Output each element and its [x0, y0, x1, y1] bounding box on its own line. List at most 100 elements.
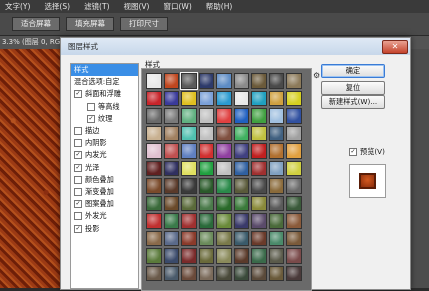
style-swatch[interactable] [251, 213, 267, 229]
style-swatch[interactable] [198, 230, 214, 246]
style-swatch[interactable] [286, 195, 302, 211]
style-swatch[interactable] [286, 178, 302, 194]
style-swatch[interactable] [216, 125, 232, 141]
menu-window[interactable]: 窗口(W) [163, 1, 191, 12]
effect-checkbox[interactable]: ✓ [74, 163, 82, 172]
style-swatch[interactable] [198, 213, 214, 229]
style-swatch[interactable] [233, 73, 249, 89]
dialog-titlebar[interactable]: 图层样式 ✕ [61, 38, 410, 55]
style-swatch[interactable] [251, 125, 267, 141]
style-swatch[interactable] [251, 108, 267, 124]
effect-item[interactable]: ✓ 图案叠加 [71, 198, 138, 210]
style-swatch[interactable] [233, 178, 249, 194]
style-swatch[interactable] [233, 265, 249, 281]
style-swatch[interactable] [216, 178, 232, 194]
effect-item[interactable]: ✓ 光泽 [71, 162, 138, 174]
style-swatch[interactable] [181, 265, 197, 281]
preview-option[interactable]: ✓ 预览(V) [349, 147, 385, 157]
effect-item[interactable]: 样式 [71, 64, 138, 77]
style-swatch[interactable] [181, 108, 197, 124]
style-swatch[interactable] [146, 73, 162, 89]
style-swatch[interactable] [181, 90, 197, 106]
style-swatch[interactable] [286, 248, 302, 264]
style-swatch[interactable] [286, 143, 302, 159]
fit-screen-button[interactable]: 适合屏幕 [12, 17, 60, 31]
style-swatch[interactable] [198, 125, 214, 141]
style-swatch[interactable] [216, 248, 232, 264]
style-swatch[interactable] [268, 178, 284, 194]
effect-item[interactable]: ✓ 投影 [71, 222, 138, 234]
style-swatch[interactable] [146, 230, 162, 246]
close-icon[interactable]: ✕ [382, 40, 408, 54]
style-swatch[interactable] [268, 73, 284, 89]
style-swatch[interactable] [181, 248, 197, 264]
style-swatch[interactable] [198, 143, 214, 159]
style-swatch[interactable] [251, 90, 267, 106]
style-swatch[interactable] [198, 90, 214, 106]
style-swatch[interactable] [233, 230, 249, 246]
effect-checkbox[interactable]: ✓ [74, 90, 82, 99]
style-swatch[interactable] [268, 90, 284, 106]
style-swatch[interactable] [233, 160, 249, 176]
style-swatch[interactable] [251, 178, 267, 194]
style-swatch[interactable] [163, 90, 179, 106]
effect-item[interactable]: 描边 [71, 125, 138, 137]
style-swatch[interactable] [251, 265, 267, 281]
style-swatch[interactable] [146, 90, 162, 106]
style-swatch[interactable] [146, 125, 162, 141]
effect-checkbox[interactable] [74, 139, 82, 148]
fill-screen-button[interactable]: 填充屏幕 [66, 17, 114, 31]
style-swatch[interactable] [198, 108, 214, 124]
style-swatch[interactable] [233, 143, 249, 159]
effect-item[interactable]: ✓ 斜面和浮雕 [71, 88, 138, 100]
style-swatch[interactable] [216, 265, 232, 281]
style-swatch[interactable] [163, 213, 179, 229]
effect-checkbox[interactable]: ✓ [74, 224, 82, 233]
style-swatch[interactable] [286, 230, 302, 246]
effect-checkbox[interactable] [74, 212, 82, 221]
style-swatch[interactable] [181, 143, 197, 159]
style-swatch[interactable] [286, 108, 302, 124]
effect-checkbox[interactable] [87, 102, 95, 111]
effect-item[interactable]: ✓ 纹理 [71, 113, 138, 125]
style-swatch[interactable] [216, 160, 232, 176]
menu-help[interactable]: 帮助(H) [206, 1, 233, 12]
style-swatch[interactable] [233, 108, 249, 124]
style-swatch[interactable] [216, 213, 232, 229]
style-swatch[interactable] [180, 72, 198, 90]
style-swatch[interactable] [251, 143, 267, 159]
style-swatch[interactable] [181, 178, 197, 194]
style-swatch[interactable] [233, 90, 249, 106]
style-swatch[interactable] [163, 160, 179, 176]
style-swatch[interactable] [251, 230, 267, 246]
style-swatch[interactable] [163, 178, 179, 194]
effect-item[interactable]: 外发光 [71, 210, 138, 222]
menu-filter[interactable]: 滤镜(T) [84, 1, 109, 12]
style-swatch[interactable] [286, 213, 302, 229]
menu-type[interactable]: 文字(Y) [5, 1, 30, 12]
style-swatch[interactable] [268, 248, 284, 264]
menu-select[interactable]: 选择(S) [44, 1, 70, 12]
style-swatch[interactable] [233, 248, 249, 264]
style-swatch[interactable] [233, 125, 249, 141]
style-swatch[interactable] [286, 265, 302, 281]
effect-checkbox[interactable] [74, 187, 82, 196]
style-swatch[interactable] [251, 160, 267, 176]
style-swatch[interactable] [216, 90, 232, 106]
style-swatch[interactable] [216, 230, 232, 246]
style-swatch[interactable] [163, 195, 179, 211]
effect-item[interactable]: ✓ 内发光 [71, 149, 138, 161]
style-swatch[interactable] [268, 195, 284, 211]
effect-checkbox[interactable]: ✓ [74, 151, 82, 160]
style-swatch[interactable] [163, 265, 179, 281]
new-style-button[interactable]: 新建样式(W)... [321, 95, 385, 109]
style-swatch[interactable] [146, 160, 162, 176]
style-swatch[interactable] [163, 73, 179, 89]
style-swatch[interactable] [286, 125, 302, 141]
style-swatch[interactable] [163, 230, 179, 246]
style-swatch[interactable] [268, 230, 284, 246]
style-swatch[interactable] [216, 108, 232, 124]
effect-checkbox[interactable]: ✓ [74, 200, 82, 209]
style-swatch[interactable] [163, 143, 179, 159]
style-swatch[interactable] [216, 143, 232, 159]
